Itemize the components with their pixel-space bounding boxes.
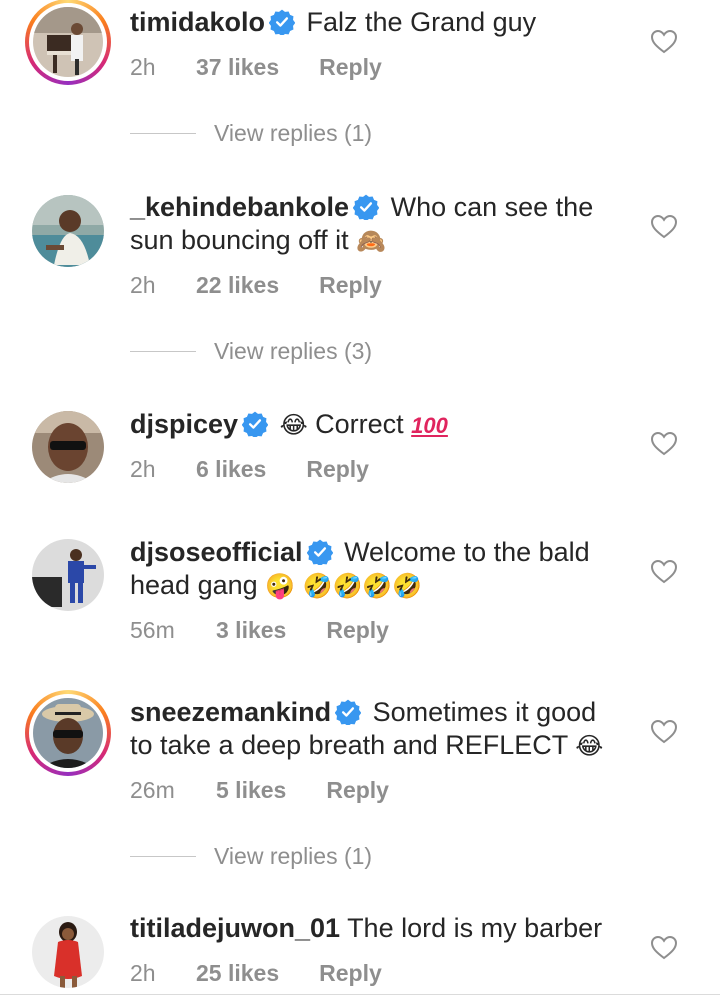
verified-badge-icon xyxy=(307,539,333,565)
avatar[interactable] xyxy=(25,188,111,274)
comment-text-line2: to take a deep breath and REFLECT xyxy=(130,730,568,760)
comment-meta: 26m 5 likes Reply xyxy=(130,777,389,804)
comment-meta: 2h 25 likes Reply xyxy=(130,960,382,987)
divider xyxy=(0,994,720,995)
comment-text-line2: head gang xyxy=(130,570,258,600)
comment-text-line2: sun bouncing off it xyxy=(130,225,349,255)
comment-body: sneezemankind Sometimes it good to take … xyxy=(130,696,630,763)
comment-text: Correct xyxy=(315,409,404,439)
tears-of-joy-emoji-icon: 😂 xyxy=(575,732,604,760)
like-heart-icon[interactable] xyxy=(650,718,678,746)
username-link[interactable]: sneezemankind xyxy=(130,697,331,727)
hundred-points-emoji-icon: 100 xyxy=(411,413,448,438)
comment-meta: 2h 37 likes Reply xyxy=(130,54,382,81)
reply-button[interactable]: Reply xyxy=(326,777,389,804)
avatar[interactable] xyxy=(25,404,111,490)
comment-body: timidakolo Falz the Grand guy xyxy=(130,6,630,39)
username-link[interactable]: djsoseofficial xyxy=(130,537,303,567)
likes-count[interactable]: 25 likes xyxy=(196,960,279,987)
avatar[interactable] xyxy=(25,0,111,85)
avatar-photo-icon xyxy=(33,698,103,768)
reply-button[interactable]: Reply xyxy=(326,617,389,644)
likes-count[interactable]: 3 likes xyxy=(216,617,286,644)
comment-body: titiladejuwon_01 The lord is my barber xyxy=(130,912,630,945)
verified-badge-icon xyxy=(335,699,361,725)
view-replies-label[interactable]: View replies (1) xyxy=(214,120,372,147)
reply-button[interactable]: Reply xyxy=(319,960,382,987)
avatar-photo-icon xyxy=(32,539,104,611)
avatar[interactable] xyxy=(25,690,111,776)
divider-line xyxy=(130,856,196,857)
likes-count[interactable]: 37 likes xyxy=(196,54,279,81)
comment-body: _kehindebankole Who can see the sun boun… xyxy=(130,191,630,258)
divider-line xyxy=(130,351,196,352)
comment-body: djsoseofficial Welcome to the bald head … xyxy=(130,536,630,603)
like-heart-icon[interactable] xyxy=(650,430,678,458)
verified-badge-icon xyxy=(242,411,268,437)
like-heart-icon[interactable] xyxy=(650,28,678,56)
reply-button[interactable]: Reply xyxy=(319,272,382,299)
likes-count[interactable]: 5 likes xyxy=(216,777,286,804)
timestamp: 2h xyxy=(130,54,156,80)
username-link[interactable]: _kehindebankole xyxy=(130,192,349,222)
username-link[interactable]: titiladejuwon_01 xyxy=(130,913,340,943)
divider-line xyxy=(130,133,196,134)
like-heart-icon[interactable] xyxy=(650,213,678,241)
comment-text-line1: Who can see the xyxy=(390,192,594,222)
comment-body: djspicey 😂 Correct 100 xyxy=(130,408,630,442)
see-no-evil-emoji-icon: 🙈 xyxy=(356,227,387,255)
verified-badge-icon xyxy=(353,194,379,220)
like-heart-icon[interactable] xyxy=(650,558,678,586)
username-link[interactable]: djspicey xyxy=(130,409,238,439)
reply-button[interactable]: Reply xyxy=(319,54,382,81)
avatar-photo-icon xyxy=(33,7,103,77)
view-replies-button[interactable]: View replies (3) xyxy=(130,338,372,365)
comment-text: The lord is my barber xyxy=(347,913,603,943)
avatar[interactable] xyxy=(25,909,111,995)
likes-count[interactable]: 6 likes xyxy=(196,456,266,483)
timestamp: 56m xyxy=(130,617,175,643)
view-replies-button[interactable]: View replies (1) xyxy=(130,843,372,870)
comment-meta: 2h 22 likes Reply xyxy=(130,272,382,299)
timestamp: 2h xyxy=(130,272,156,298)
comment-text-line1: Welcome to the bald xyxy=(344,537,590,567)
username-link[interactable]: timidakolo xyxy=(130,7,265,37)
comment-text-line1: Sometimes it good xyxy=(372,697,597,727)
timestamp: 2h xyxy=(130,960,156,986)
view-replies-label[interactable]: View replies (3) xyxy=(214,338,372,365)
avatar-photo-icon xyxy=(32,195,104,267)
timestamp: 26m xyxy=(130,777,175,803)
view-replies-button[interactable]: View replies (1) xyxy=(130,120,372,147)
avatar-photo-icon xyxy=(32,916,104,988)
tears-of-joy-emoji-icon: 😂 xyxy=(279,411,308,439)
comment-meta: 56m 3 likes Reply xyxy=(130,617,389,644)
zany-and-rofl-emoji-icon: 🤪 🤣🤣🤣🤣 xyxy=(265,572,423,600)
view-replies-label[interactable]: View replies (1) xyxy=(214,843,372,870)
avatar[interactable] xyxy=(25,532,111,618)
like-heart-icon[interactable] xyxy=(650,934,678,962)
reply-button[interactable]: Reply xyxy=(306,456,369,483)
comment-text: Falz the Grand guy xyxy=(306,7,537,37)
verified-badge-icon xyxy=(269,9,295,35)
timestamp: 2h xyxy=(130,456,156,482)
likes-count[interactable]: 22 likes xyxy=(196,272,279,299)
comment-meta: 2h 6 likes Reply xyxy=(130,456,369,483)
avatar-photo-icon xyxy=(32,411,104,483)
